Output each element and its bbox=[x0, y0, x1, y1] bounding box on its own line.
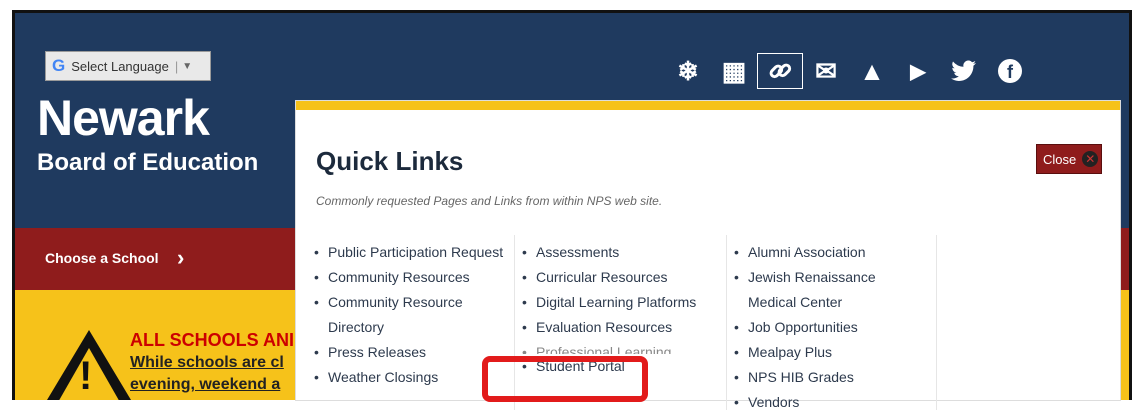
quick-link-label: Community Resource bbox=[328, 294, 463, 310]
alert-link-2[interactable]: evening, weekend a bbox=[130, 376, 280, 394]
quick-link-curricular-resources[interactable]: • Curricular Resources bbox=[522, 265, 696, 290]
chevron-right-icon: › bbox=[177, 245, 185, 270]
header-icon-bar: ❄ ▦ ✉ ▲ ▶ f bbox=[665, 53, 1033, 89]
quick-link-medical-center[interactable]: Medical Center bbox=[734, 290, 876, 315]
quick-link-label: NPS HIB Grades bbox=[748, 369, 854, 385]
bullet-icon: • bbox=[314, 294, 319, 310]
quick-link-label: Job Opportunities bbox=[748, 319, 858, 335]
calendar-icon[interactable]: ▦ bbox=[711, 53, 757, 89]
choose-school-label: Choose a School bbox=[45, 250, 159, 266]
quick-link-label: Alumni Association bbox=[748, 244, 866, 260]
quick-link-label: Assessments bbox=[536, 244, 620, 260]
quick-links-column-1: • Public Participation Request • Community … bbox=[314, 240, 503, 390]
quick-link-evaluation-resources[interactable]: • Evaluation Resources bbox=[522, 315, 696, 340]
bullet-icon: • bbox=[734, 269, 739, 285]
quick-link-digital-learning-platforms[interactable]: • Digital Learning Platforms bbox=[522, 290, 696, 315]
quick-link-weather-closings[interactable]: • Weather Closings bbox=[314, 365, 503, 390]
alert-link-1[interactable]: While schools are cl bbox=[130, 354, 284, 372]
column-divider bbox=[936, 235, 937, 410]
bullet-icon: • bbox=[522, 319, 527, 335]
quick-link-press-releases[interactable]: • Press Releases bbox=[314, 340, 503, 365]
mail-icon[interactable]: ✉ bbox=[803, 53, 849, 89]
language-selector[interactable]: G Select Language | ▼ bbox=[45, 51, 211, 81]
bullet-icon: • bbox=[522, 294, 527, 310]
quick-links-title: Quick Links bbox=[316, 146, 464, 176]
bullet-icon: • bbox=[734, 344, 739, 360]
quick-link-label: Evaluation Resources bbox=[536, 319, 673, 335]
quick-link-directory[interactable]: Directory bbox=[314, 315, 503, 340]
quick-link-mealpay-plus[interactable]: • Mealpay Plus bbox=[734, 340, 876, 365]
link-icon[interactable] bbox=[757, 53, 803, 89]
quick-link-alumni-association[interactable]: • Alumni Association bbox=[734, 240, 876, 265]
quick-link-assessments[interactable]: • Assessments bbox=[522, 240, 696, 265]
quick-link-label: Public Participation Request bbox=[328, 244, 504, 260]
quick-link-nps-hib-grades[interactable]: • NPS HIB Grades bbox=[734, 365, 876, 390]
quick-link-community-resource[interactable]: • Community Resource bbox=[314, 290, 503, 315]
warning-exclamation: ! bbox=[79, 354, 93, 398]
close-icon: ✕ bbox=[1082, 151, 1099, 167]
site-logo-subtitle[interactable]: Board of Education bbox=[37, 149, 258, 177]
youtube-icon[interactable]: ▶ bbox=[895, 53, 941, 89]
quick-link-label: Vendors bbox=[748, 394, 800, 410]
column-divider bbox=[726, 235, 727, 410]
snowflake-icon[interactable]: ❄ bbox=[665, 53, 711, 89]
close-button[interactable]: Close ✕ bbox=[1036, 144, 1102, 174]
quick-link-label: Mealpay Plus bbox=[748, 344, 833, 360]
bullet-icon: • bbox=[522, 269, 527, 285]
bullet-icon: • bbox=[314, 369, 319, 385]
quick-link-professional-learning[interactable]: • Professional Learning bbox=[522, 340, 696, 354]
quick-link-label: Community Resources bbox=[328, 269, 470, 285]
quick-links-modal: Quick Links Commonly requested Pages and… bbox=[296, 101, 1120, 410]
quick-link-label: Medical Center bbox=[748, 294, 843, 310]
facebook-letter: f bbox=[1007, 62, 1014, 82]
facebook-icon[interactable]: f bbox=[987, 53, 1033, 89]
bullet-icon: • bbox=[734, 369, 739, 385]
chevron-down-icon: ▼ bbox=[182, 60, 193, 72]
bullet-icon: • bbox=[522, 244, 527, 260]
twitter-icon[interactable] bbox=[941, 53, 987, 89]
bullet-icon: • bbox=[314, 244, 319, 260]
quick-link-label: Directory bbox=[328, 319, 385, 335]
quick-link-label: Curricular Resources bbox=[536, 269, 668, 285]
quick-link-label: Press Releases bbox=[328, 344, 427, 360]
language-selector-divider: | bbox=[174, 58, 179, 74]
quick-links-subtitle: Commonly requested Pages and Links from … bbox=[316, 194, 663, 208]
quick-link-public-participation-request[interactable]: • Public Participation Request bbox=[314, 240, 503, 265]
student-portal-highlight bbox=[482, 356, 648, 402]
quick-link-vendors[interactable]: • Vendors bbox=[734, 390, 876, 415]
bullet-icon: • bbox=[734, 244, 739, 260]
bullet-icon: • bbox=[522, 344, 527, 354]
drive-icon[interactable]: ▲ bbox=[849, 53, 895, 89]
google-translate-icon: G bbox=[52, 56, 66, 75]
quick-link-label: Professional Learning bbox=[536, 344, 672, 354]
quick-links-column-3: • Alumni Association • Jewish Renaissance Me… bbox=[734, 240, 876, 415]
quick-link-label: Weather Closings bbox=[328, 369, 439, 385]
site-logo-title[interactable]: Newark bbox=[37, 93, 210, 143]
bullet-icon: • bbox=[734, 319, 739, 335]
quick-link-label: Digital Learning Platforms bbox=[536, 294, 697, 310]
alert-heading: ALL SCHOOLS ANI bbox=[130, 330, 295, 350]
quick-link-jewish-renaissance[interactable]: • Jewish Renaissance bbox=[734, 265, 876, 290]
quick-link-community-resources[interactable]: • Community Resources bbox=[314, 265, 503, 290]
quick-link-label: Jewish Renaissance bbox=[748, 269, 876, 285]
language-selector-label: Select Language bbox=[71, 58, 169, 74]
quick-link-job-opportunities[interactable]: • Job Opportunities bbox=[734, 315, 876, 340]
bullet-icon: • bbox=[314, 269, 319, 285]
close-button-label: Close bbox=[1043, 151, 1077, 167]
bullet-icon: • bbox=[314, 344, 319, 360]
bullet-icon: • bbox=[734, 394, 739, 410]
